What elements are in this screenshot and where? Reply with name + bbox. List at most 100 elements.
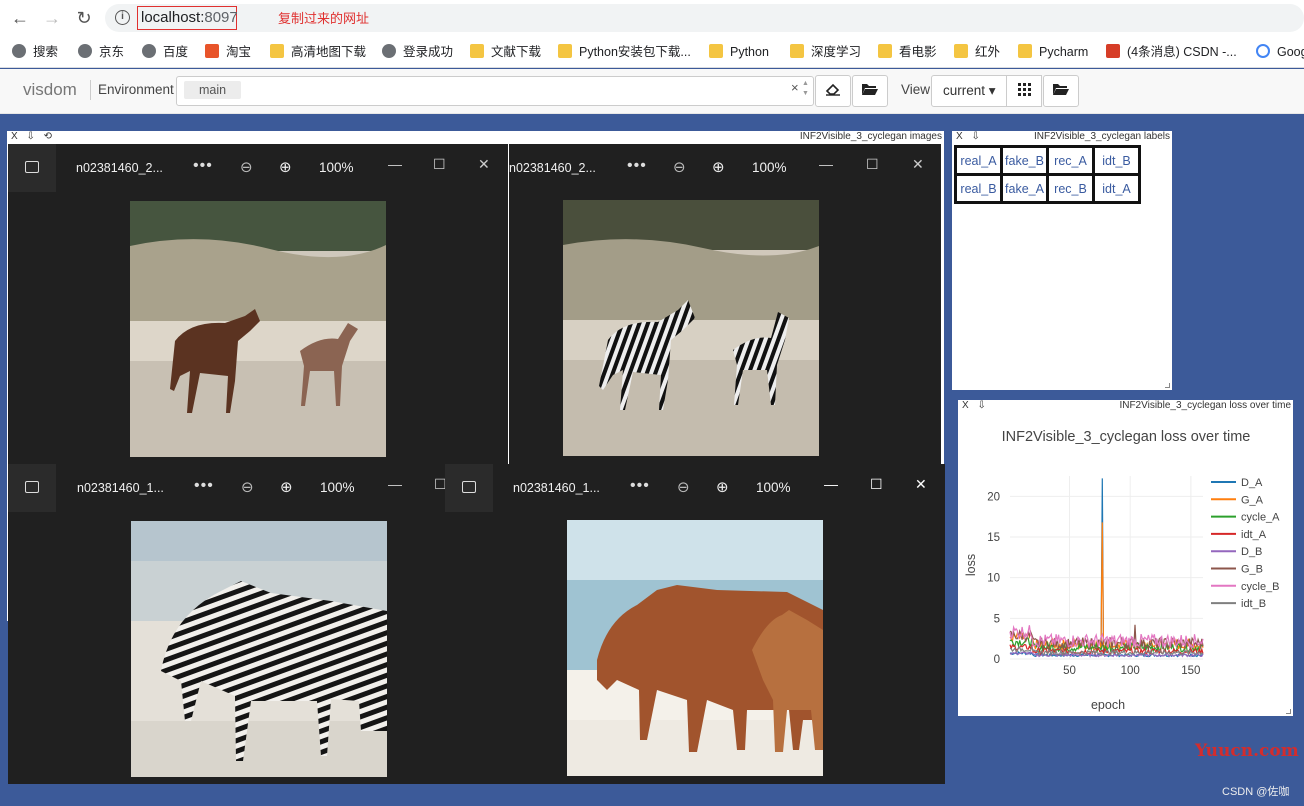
- environment-tag[interactable]: main: [184, 81, 241, 99]
- globe-icon: [12, 44, 26, 58]
- back-icon[interactable]: ←: [10, 8, 30, 28]
- loss-chart[interactable]: INF2Visible_3_cyclegan loss over time 0 5…: [958, 414, 1293, 714]
- close-icon[interactable]: ✕: [478, 156, 490, 173]
- environment-select[interactable]: [176, 76, 814, 106]
- bookmark-item[interactable]: 高清地图下载: [270, 43, 366, 61]
- manage-views-button[interactable]: [1043, 75, 1079, 107]
- zoom-out-icon[interactable]: ⊖: [241, 478, 254, 496]
- viewer-titlebar[interactable]: n02381460_2... ••• ⊖ ⊕ 100% — ☐ ✕: [8, 144, 508, 192]
- series-line-D_A: [1009, 478, 1204, 658]
- url-text[interactable]: localhost:8097: [141, 9, 238, 26]
- zoom-in-icon[interactable]: ⊕: [712, 158, 725, 176]
- repack-button[interactable]: [1006, 75, 1042, 107]
- close-icon[interactable]: ✕: [915, 476, 927, 493]
- zoom-in-icon[interactable]: ⊕: [716, 478, 729, 496]
- bookmark-item[interactable]: Goog: [1256, 43, 1304, 61]
- maximize-icon[interactable]: ☐: [866, 156, 879, 173]
- zoom-in-icon[interactable]: ⊕: [280, 478, 293, 496]
- bookmark-item[interactable]: 登录成功: [382, 43, 453, 61]
- viewer-titlebar[interactable]: n02381460_1... ••• ⊖ ⊕ 100% — ☐: [8, 464, 445, 512]
- eraser-icon: [825, 83, 840, 96]
- image-viewer-window[interactable]: n02381460_1... ••• ⊖ ⊕ 100% — ☐ ✕: [445, 464, 945, 784]
- info-icon[interactable]: i: [115, 10, 130, 25]
- bookmark-item[interactable]: 深度学习: [790, 43, 861, 61]
- pane-controls[interactable]: X ⇩: [956, 131, 983, 143]
- fake-zebra-photo: [563, 200, 819, 456]
- zoom-level: 100%: [752, 160, 787, 175]
- resize-handle[interactable]: [1165, 383, 1170, 388]
- forward-icon[interactable]: →: [42, 8, 62, 28]
- maximize-icon[interactable]: ☐: [870, 476, 883, 493]
- reload-icon[interactable]: ↻: [74, 8, 94, 28]
- navbar-divider: [90, 80, 91, 100]
- minimize-icon[interactable]: —: [819, 156, 833, 172]
- bookmark-item[interactable]: 文献下载: [470, 43, 541, 61]
- legend-label[interactable]: G_B: [1241, 564, 1263, 576]
- image-viewer-window[interactable]: n02381460_1... ••• ⊖ ⊕ 100% — ☐: [8, 464, 445, 784]
- more-options-icon[interactable]: •••: [630, 477, 650, 495]
- legend-label[interactable]: idt_A: [1241, 529, 1267, 541]
- environment-label: Environment: [98, 82, 174, 97]
- maximize-icon[interactable]: ☐: [434, 476, 445, 493]
- folder-icon: [878, 44, 892, 58]
- zoom-out-icon[interactable]: ⊖: [240, 158, 253, 176]
- image-viewer-window[interactable]: n02381460_2... ••• ⊖ ⊕ 100% — ☐ ✕: [8, 144, 508, 464]
- zoom-out-icon[interactable]: ⊖: [673, 158, 686, 176]
- bookmark-item[interactable]: (4条消息) CSDN -...: [1106, 43, 1237, 61]
- minimize-icon[interactable]: —: [388, 156, 402, 172]
- zoom-out-icon[interactable]: ⊖: [677, 478, 690, 496]
- legend-label[interactable]: D_A: [1241, 477, 1263, 489]
- eraser-button[interactable]: [815, 75, 851, 107]
- y-tick-label: 15: [987, 532, 1000, 544]
- view-select[interactable]: current ▾: [931, 75, 1007, 107]
- csdn-icon: [1106, 44, 1120, 58]
- bookmark-item[interactable]: 红外: [954, 43, 1000, 61]
- bookmark-item[interactable]: 搜索: [12, 43, 58, 61]
- minimize-icon[interactable]: —: [824, 476, 838, 492]
- legend-label[interactable]: idt_B: [1241, 598, 1266, 610]
- manage-environment-button[interactable]: [852, 75, 888, 107]
- viewer-titlebar[interactable]: n02381460_1... ••• ⊖ ⊕ 100% — ☐ ✕: [445, 464, 945, 512]
- more-options-icon[interactable]: •••: [627, 157, 647, 175]
- viewer-titlebar[interactable]: n02381460_2... ••• ⊖ ⊕ 100% — ☐ ✕: [509, 144, 941, 192]
- bookmark-item[interactable]: 京东: [78, 43, 124, 61]
- bookmark-item[interactable]: 淘宝: [205, 43, 251, 61]
- file-name: n02381460_1...: [77, 481, 164, 495]
- view-label: View: [901, 82, 931, 97]
- bookmark-item[interactable]: Python安装包下载...: [558, 43, 691, 61]
- pane-title: INF2Visible_3_cyclegan loss over time: [1119, 400, 1291, 411]
- environment-spinner-icon[interactable]: ▲ ▼: [802, 79, 809, 99]
- maximize-icon[interactable]: ☐: [433, 156, 446, 173]
- legend-label[interactable]: G_A: [1241, 494, 1264, 506]
- minimize-icon[interactable]: —: [388, 476, 402, 492]
- bookmark-item[interactable]: Python: [709, 43, 769, 61]
- bookmark-item[interactable]: 看电影: [878, 43, 937, 61]
- bookmark-item[interactable]: Pycharm: [1018, 43, 1088, 61]
- legend-label[interactable]: D_B: [1241, 546, 1262, 558]
- pane-controls[interactable]: X ⇩ ⟲: [11, 131, 55, 143]
- x-tick-label: 150: [1181, 665, 1200, 677]
- image-menu-button[interactable]: [445, 464, 493, 512]
- y-axis-label: loss: [964, 554, 978, 576]
- image-menu-button[interactable]: [8, 464, 56, 512]
- zoom-in-icon[interactable]: ⊕: [279, 158, 292, 176]
- chart-legend[interactable]: D_A G_A cycle_A idt_A D_B G_B cycle_B idt_B: [1211, 477, 1280, 610]
- bookmark-item[interactable]: 百度: [142, 43, 188, 61]
- close-icon[interactable]: ✕: [912, 156, 924, 173]
- zebra-photo: [131, 521, 387, 777]
- image-menu-button[interactable]: [8, 144, 56, 192]
- table-cell: idt_A: [1092, 173, 1141, 204]
- legend-label[interactable]: cycle_B: [1241, 581, 1280, 593]
- table-cell: rec_B: [1046, 173, 1095, 204]
- pane-controls[interactable]: X ⇩: [962, 400, 989, 412]
- chart-grid: [1010, 476, 1203, 660]
- more-options-icon[interactable]: •••: [193, 157, 213, 175]
- visdom-brand[interactable]: visdom: [23, 80, 77, 100]
- legend-label[interactable]: cycle_A: [1241, 512, 1280, 524]
- more-options-icon[interactable]: •••: [194, 477, 214, 495]
- chart-series: [1009, 478, 1204, 658]
- credit-text: CSDN @佐咖: [1222, 786, 1290, 798]
- clear-environment-icon[interactable]: ×: [791, 80, 799, 95]
- y-tick-label: 5: [994, 613, 1000, 625]
- image-viewer-window[interactable]: n02381460_2... ••• ⊖ ⊕ 100% — ☐ ✕: [509, 144, 941, 464]
